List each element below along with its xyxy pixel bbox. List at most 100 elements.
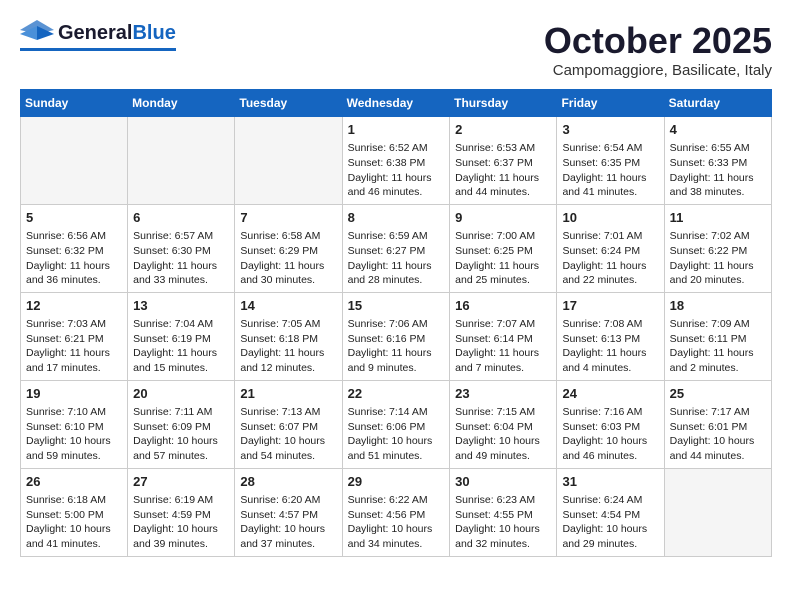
day-info: Sunrise: 7:07 AM Sunset: 6:14 PM Dayligh… bbox=[455, 317, 551, 376]
calendar-week-1: 1 Sunrise: 6:52 AM Sunset: 6:38 PM Daylig… bbox=[21, 117, 772, 205]
calendar-cell bbox=[235, 117, 342, 205]
calendar-cell bbox=[128, 117, 235, 205]
day-number: 12 bbox=[26, 297, 122, 315]
day-info: Sunrise: 7:17 AM Sunset: 6:01 PM Dayligh… bbox=[670, 405, 766, 464]
calendar-cell bbox=[664, 468, 771, 556]
day-number: 15 bbox=[348, 297, 445, 315]
day-info: Sunrise: 7:10 AM Sunset: 6:10 PM Dayligh… bbox=[26, 405, 122, 464]
calendar-cell: 16 Sunrise: 7:07 AM Sunset: 6:14 PM Dayli… bbox=[450, 292, 557, 380]
day-number: 17 bbox=[562, 297, 658, 315]
day-number: 11 bbox=[670, 209, 766, 227]
calendar-cell: 11 Sunrise: 7:02 AM Sunset: 6:22 PM Dayli… bbox=[664, 204, 771, 292]
calendar-cell: 4 Sunrise: 6:55 AM Sunset: 6:33 PM Daylig… bbox=[664, 117, 771, 205]
logo: GeneralBlue bbox=[20, 20, 176, 51]
calendar-cell: 26 Sunrise: 6:18 AM Sunset: 5:00 PM Dayli… bbox=[21, 468, 128, 556]
weekday-header-thursday: Thursday bbox=[450, 90, 557, 117]
calendar-week-2: 5 Sunrise: 6:56 AM Sunset: 6:32 PM Daylig… bbox=[21, 204, 772, 292]
day-number: 23 bbox=[455, 385, 551, 403]
day-number: 16 bbox=[455, 297, 551, 315]
day-number: 9 bbox=[455, 209, 551, 227]
logo-bird-icon bbox=[20, 20, 54, 46]
calendar-cell: 31Sunrise: 6:24 AM Sunset: 4:54 PM Dayli… bbox=[557, 468, 664, 556]
day-number: 21 bbox=[240, 385, 336, 403]
calendar-cell: 10 Sunrise: 7:01 AM Sunset: 6:24 PM Dayli… bbox=[557, 204, 664, 292]
day-number: 6 bbox=[133, 209, 229, 227]
day-info: Sunrise: 6:52 AM Sunset: 6:38 PM Dayligh… bbox=[348, 141, 445, 200]
day-info: Sunrise: 7:13 AM Sunset: 6:07 PM Dayligh… bbox=[240, 405, 336, 464]
day-info: Sunrise: 6:19 AM Sunset: 4:59 PM Dayligh… bbox=[133, 493, 229, 552]
day-info: Sunrise: 6:57 AM Sunset: 6:30 PM Dayligh… bbox=[133, 229, 229, 288]
day-info: Sunrise: 6:56 AM Sunset: 6:32 PM Dayligh… bbox=[26, 229, 122, 288]
day-number: 10 bbox=[562, 209, 658, 227]
calendar-cell: 24 Sunrise: 7:16 AM Sunset: 6:03 PM Dayli… bbox=[557, 380, 664, 468]
calendar-cell: 5 Sunrise: 6:56 AM Sunset: 6:32 PM Daylig… bbox=[21, 204, 128, 292]
calendar-cell: 13Sunrise: 7:04 AM Sunset: 6:19 PM Dayli… bbox=[128, 292, 235, 380]
day-info: Sunrise: 7:16 AM Sunset: 6:03 PM Dayligh… bbox=[562, 405, 658, 464]
day-info: Sunrise: 6:53 AM Sunset: 6:37 PM Dayligh… bbox=[455, 141, 551, 200]
day-number: 26 bbox=[26, 473, 122, 491]
page-header: GeneralBlue October 2025 Campomaggiore, … bbox=[20, 20, 772, 79]
calendar-cell: 2 Sunrise: 6:53 AM Sunset: 6:37 PM Daylig… bbox=[450, 117, 557, 205]
calendar-cell: 19 Sunrise: 7:10 AM Sunset: 6:10 PM Dayli… bbox=[21, 380, 128, 468]
day-number: 3 bbox=[562, 121, 658, 139]
day-number: 14 bbox=[240, 297, 336, 315]
day-info: Sunrise: 7:14 AM Sunset: 6:06 PM Dayligh… bbox=[348, 405, 445, 464]
day-info: Sunrise: 7:01 AM Sunset: 6:24 PM Dayligh… bbox=[562, 229, 658, 288]
calendar-table: SundayMondayTuesdayWednesdayThursdayFrid… bbox=[20, 89, 772, 557]
calendar-cell: 9 Sunrise: 7:00 AM Sunset: 6:25 PM Daylig… bbox=[450, 204, 557, 292]
calendar-cell: 27 Sunrise: 6:19 AM Sunset: 4:59 PM Dayli… bbox=[128, 468, 235, 556]
day-info: Sunrise: 6:55 AM Sunset: 6:33 PM Dayligh… bbox=[670, 141, 766, 200]
weekday-header-monday: Monday bbox=[128, 90, 235, 117]
logo-underline bbox=[20, 48, 176, 51]
weekday-header-saturday: Saturday bbox=[664, 90, 771, 117]
day-info: Sunrise: 7:00 AM Sunset: 6:25 PM Dayligh… bbox=[455, 229, 551, 288]
calendar-cell: 3 Sunrise: 6:54 AM Sunset: 6:35 PM Daylig… bbox=[557, 117, 664, 205]
day-info: Sunrise: 7:04 AM Sunset: 6:19 PM Dayligh… bbox=[133, 317, 229, 376]
day-number: 31 bbox=[562, 473, 658, 491]
calendar-cell: 8Sunrise: 6:59 AM Sunset: 6:27 PM Daylig… bbox=[342, 204, 450, 292]
weekday-header-sunday: Sunday bbox=[21, 90, 128, 117]
day-info: Sunrise: 6:58 AM Sunset: 6:29 PM Dayligh… bbox=[240, 229, 336, 288]
calendar-week-3: 12 Sunrise: 7:03 AM Sunset: 6:21 PM Dayli… bbox=[21, 292, 772, 380]
day-info: Sunrise: 6:18 AM Sunset: 5:00 PM Dayligh… bbox=[26, 493, 122, 552]
day-number: 29 bbox=[348, 473, 445, 491]
day-number: 5 bbox=[26, 209, 122, 227]
month-title: October 2025 bbox=[544, 20, 772, 62]
day-info: Sunrise: 7:05 AM Sunset: 6:18 PM Dayligh… bbox=[240, 317, 336, 376]
calendar-cell: 21 Sunrise: 7:13 AM Sunset: 6:07 PM Dayli… bbox=[235, 380, 342, 468]
calendar-cell: 18Sunrise: 7:09 AM Sunset: 6:11 PM Dayli… bbox=[664, 292, 771, 380]
day-number: 2 bbox=[455, 121, 551, 139]
logo-blue-text: Blue bbox=[132, 22, 175, 44]
calendar-cell: 29 Sunrise: 6:22 AM Sunset: 4:56 PM Dayli… bbox=[342, 468, 450, 556]
day-number: 27 bbox=[133, 473, 229, 491]
day-number: 30 bbox=[455, 473, 551, 491]
day-number: 20 bbox=[133, 385, 229, 403]
day-info: Sunrise: 6:54 AM Sunset: 6:35 PM Dayligh… bbox=[562, 141, 658, 200]
day-number: 19 bbox=[26, 385, 122, 403]
day-number: 4 bbox=[670, 121, 766, 139]
day-info: Sunrise: 6:59 AM Sunset: 6:27 PM Dayligh… bbox=[348, 229, 445, 288]
calendar-cell: 14 Sunrise: 7:05 AM Sunset: 6:18 PM Dayli… bbox=[235, 292, 342, 380]
day-info: Sunrise: 7:02 AM Sunset: 6:22 PM Dayligh… bbox=[670, 229, 766, 288]
calendar-cell: 17Sunrise: 7:08 AM Sunset: 6:13 PM Dayli… bbox=[557, 292, 664, 380]
day-info: Sunrise: 6:23 AM Sunset: 4:55 PM Dayligh… bbox=[455, 493, 551, 552]
calendar-cell: 28 Sunrise: 6:20 AM Sunset: 4:57 PM Dayli… bbox=[235, 468, 342, 556]
day-number: 18 bbox=[670, 297, 766, 315]
calendar-cell: 15Sunrise: 7:06 AM Sunset: 6:16 PM Dayli… bbox=[342, 292, 450, 380]
day-info: Sunrise: 6:20 AM Sunset: 4:57 PM Dayligh… bbox=[240, 493, 336, 552]
day-number: 1 bbox=[348, 121, 445, 139]
calendar-cell: 6 Sunrise: 6:57 AM Sunset: 6:30 PM Daylig… bbox=[128, 204, 235, 292]
day-info: Sunrise: 7:03 AM Sunset: 6:21 PM Dayligh… bbox=[26, 317, 122, 376]
calendar-cell: 1 Sunrise: 6:52 AM Sunset: 6:38 PM Daylig… bbox=[342, 117, 450, 205]
calendar-cell: 20Sunrise: 7:11 AM Sunset: 6:09 PM Dayli… bbox=[128, 380, 235, 468]
calendar-cell: 25 Sunrise: 7:17 AM Sunset: 6:01 PM Dayli… bbox=[664, 380, 771, 468]
day-number: 28 bbox=[240, 473, 336, 491]
calendar-cell: 30 Sunrise: 6:23 AM Sunset: 4:55 PM Dayli… bbox=[450, 468, 557, 556]
day-number: 24 bbox=[562, 385, 658, 403]
day-info: Sunrise: 6:22 AM Sunset: 4:56 PM Dayligh… bbox=[348, 493, 445, 552]
day-info: Sunrise: 7:15 AM Sunset: 6:04 PM Dayligh… bbox=[455, 405, 551, 464]
title-block: October 2025 Campomaggiore, Basilicate, … bbox=[544, 20, 772, 79]
day-number: 22 bbox=[348, 385, 445, 403]
day-number: 25 bbox=[670, 385, 766, 403]
location-text: Campomaggiore, Basilicate, Italy bbox=[544, 62, 772, 79]
